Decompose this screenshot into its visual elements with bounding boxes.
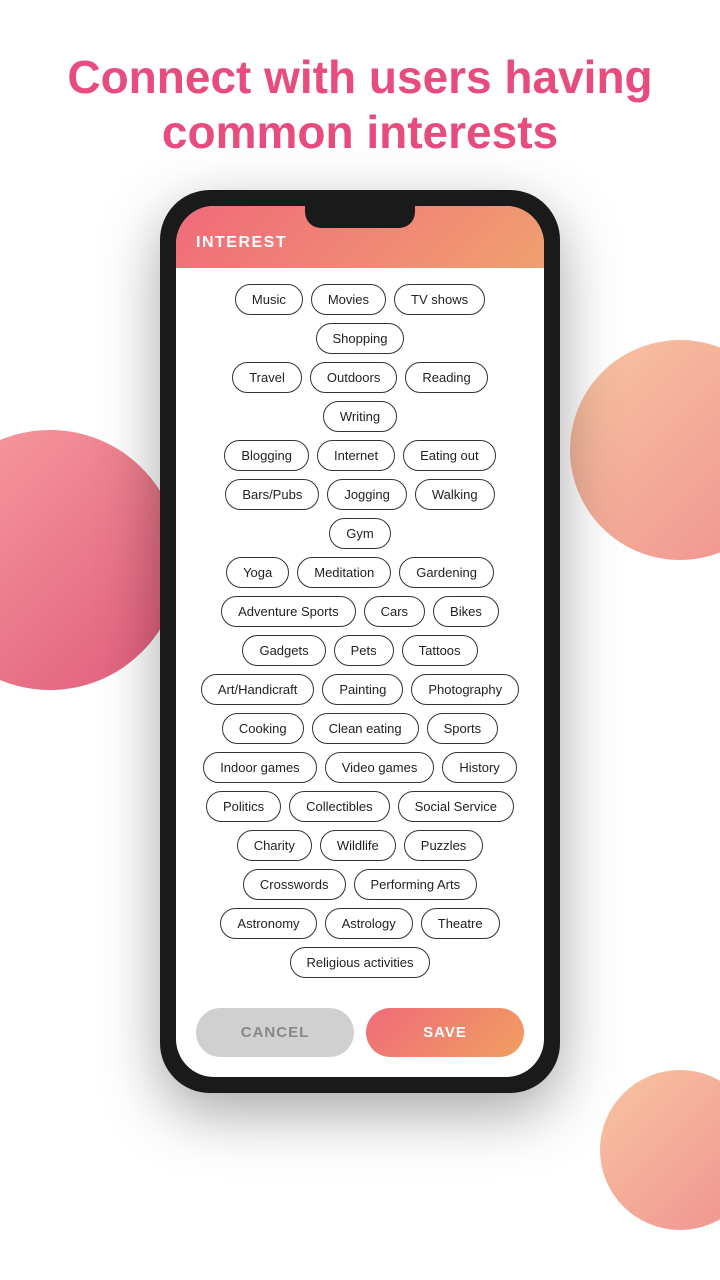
tags-row: Yoga Meditation Gardening (192, 557, 528, 588)
tags-row: Cooking Clean eating Sports (192, 713, 528, 744)
tags-row: Music Movies TV shows Shopping (192, 284, 528, 354)
page-heading: Connect with users having common interes… (0, 0, 720, 190)
interest-tag[interactable]: TV shows (394, 284, 485, 315)
interest-tag[interactable]: Performing Arts (354, 869, 478, 900)
save-button[interactable]: SAVE (366, 1008, 524, 1057)
interest-tag[interactable]: Crosswords (243, 869, 346, 900)
interest-tag[interactable]: Shopping (316, 323, 405, 354)
interest-tag[interactable]: Collectibles (289, 791, 389, 822)
interest-tag[interactable]: Wildlife (320, 830, 396, 861)
interest-tag[interactable]: Bikes (433, 596, 499, 627)
tags-row: Art/Handicraft Painting Photography (192, 674, 528, 705)
tags-row: Charity Wildlife Puzzles (192, 830, 528, 861)
interest-tag[interactable]: Religious activities (290, 947, 431, 978)
interest-tag[interactable]: Photography (411, 674, 519, 705)
cancel-button[interactable]: CANCEL (196, 1008, 354, 1057)
interest-tag[interactable]: Eating out (403, 440, 496, 471)
phone-wrapper: INTEREST Music Movies TV shows Shopping Trav… (0, 190, 720, 1093)
interest-tag[interactable]: Sports (427, 713, 499, 744)
interest-tag[interactable]: Painting (322, 674, 403, 705)
phone-notch (305, 206, 415, 228)
interest-tag[interactable]: Reading (405, 362, 487, 393)
tags-row: Crosswords Performing Arts (192, 869, 528, 900)
interest-tag[interactable]: Gadgets (242, 635, 325, 666)
interest-tag[interactable]: Music (235, 284, 303, 315)
heading-line2: common interests (162, 106, 558, 158)
interest-tag[interactable]: Art/Handicraft (201, 674, 314, 705)
interest-tag[interactable]: Internet (317, 440, 395, 471)
bottom-buttons: CANCEL SAVE (176, 994, 544, 1077)
interest-tag[interactable]: Bars/Pubs (225, 479, 319, 510)
interest-tag[interactable]: Yoga (226, 557, 289, 588)
phone-screen: INTEREST Music Movies TV shows Shopping Trav… (176, 206, 544, 1077)
interest-tag[interactable]: Jogging (327, 479, 407, 510)
tags-row: Politics Collectibles Social Service (192, 791, 528, 822)
interest-tag[interactable]: Pets (334, 635, 394, 666)
tags-row: Religious activities (192, 947, 528, 978)
interest-tag[interactable]: Blogging (224, 440, 309, 471)
tags-row: Travel Outdoors Reading Writing (192, 362, 528, 432)
interest-tag[interactable]: History (442, 752, 516, 783)
interest-tag[interactable]: Astronomy (220, 908, 316, 939)
tags-row: Gadgets Pets Tattoos (192, 635, 528, 666)
interest-tag[interactable]: Travel (232, 362, 302, 393)
tags-row: Bars/Pubs Jogging Walking Gym (192, 479, 528, 549)
interest-tag[interactable]: Outdoors (310, 362, 397, 393)
tags-row: Astronomy Astrology Theatre (192, 908, 528, 939)
phone-shell: INTEREST Music Movies TV shows Shopping Trav… (160, 190, 560, 1093)
interest-tag[interactable]: Movies (311, 284, 386, 315)
interest-tag[interactable]: Indoor games (203, 752, 317, 783)
interest-tag[interactable]: Cars (364, 596, 425, 627)
interest-tag[interactable]: Puzzles (404, 830, 484, 861)
interest-tag[interactable]: Cooking (222, 713, 304, 744)
interest-tag[interactable]: Politics (206, 791, 281, 822)
app-header-title: INTEREST (196, 234, 287, 251)
interest-tag[interactable]: Astrology (325, 908, 413, 939)
tags-row: Indoor games Video gamesHistory (192, 752, 528, 783)
interest-tag[interactable]: Writing (323, 401, 397, 432)
interest-tag[interactable]: Gym (329, 518, 390, 549)
interest-tag[interactable]: Meditation (297, 557, 391, 588)
interest-tag[interactable]: Tattoos (402, 635, 478, 666)
interest-tag[interactable]: Gardening (399, 557, 494, 588)
interest-tag[interactable]: Adventure Sports (221, 596, 355, 627)
interest-tag[interactable]: Walking (415, 479, 495, 510)
interest-tag[interactable]: Video games (325, 752, 435, 783)
tags-row: Adventure Sports Cars Bikes (192, 596, 528, 627)
interest-tag[interactable]: Social Service (398, 791, 514, 822)
interest-tag[interactable]: Theatre (421, 908, 500, 939)
interest-tag[interactable]: Clean eating (312, 713, 419, 744)
interest-area: Music Movies TV shows Shopping Travel Outdoor… (176, 268, 544, 994)
tags-row: Blogging Internet Eating out (192, 440, 528, 471)
bg-circle-right-bottom (600, 1070, 720, 1230)
interest-tag[interactable]: Charity (237, 830, 312, 861)
heading-line1: Connect with users having (67, 51, 652, 103)
